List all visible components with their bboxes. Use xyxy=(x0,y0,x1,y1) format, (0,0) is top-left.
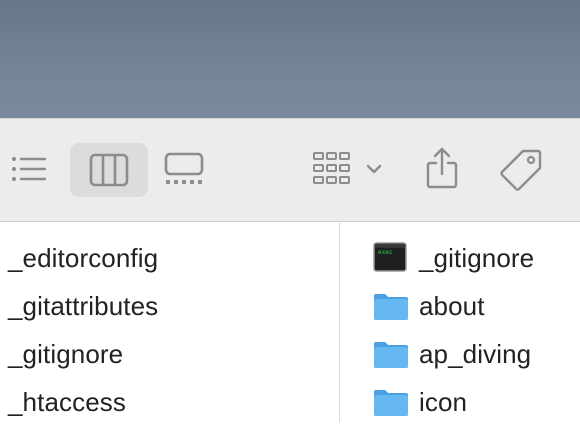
file-name: _editorconfig xyxy=(8,242,159,273)
folder-row[interactable]: ap_diving xyxy=(340,330,580,378)
folder-name: ap_diving xyxy=(419,338,532,369)
columns-icon xyxy=(89,153,129,187)
browser-column-left: _editorconfig _gitattributes _gitignore … xyxy=(0,222,340,422)
group-button[interactable] xyxy=(310,149,388,189)
file-row[interactable]: _htaccess xyxy=(0,378,339,426)
gallery-view-button[interactable] xyxy=(162,149,206,189)
file-row[interactable]: _gitignore xyxy=(0,330,339,378)
finder-toolbar xyxy=(0,118,580,222)
file-row[interactable]: _gitattributes xyxy=(0,282,339,330)
folder-icon xyxy=(373,338,409,370)
folder-icon xyxy=(373,386,409,418)
chevron-down-icon xyxy=(366,164,382,174)
column-browser: _editorconfig _gitattributes _gitignore … xyxy=(0,222,580,422)
browser-column-right: exec _gitignore about ap_diving icon xyxy=(340,222,580,422)
tag-icon xyxy=(500,149,542,191)
column-view-button[interactable] xyxy=(70,143,148,197)
file-name: _htaccess xyxy=(8,386,126,417)
terminal-badge: exec xyxy=(378,249,393,256)
folder-icon xyxy=(373,290,409,322)
folder-name: icon xyxy=(419,386,468,417)
terminal-file-icon: exec xyxy=(373,242,409,274)
tags-button[interactable] xyxy=(498,147,544,191)
file-name: _gitignore xyxy=(419,242,535,273)
list-view-button[interactable] xyxy=(8,149,48,189)
share-icon xyxy=(426,147,458,189)
list-icon xyxy=(12,157,47,181)
folder-row[interactable]: icon xyxy=(340,378,580,426)
file-name: _gitignore xyxy=(8,338,124,369)
folder-row[interactable]: about xyxy=(340,282,580,330)
file-row[interactable]: exec _gitignore xyxy=(340,234,580,282)
share-button[interactable] xyxy=(422,145,462,191)
file-row[interactable]: _editorconfig xyxy=(0,234,339,282)
grid-icon xyxy=(313,152,350,184)
gallery-icon xyxy=(164,152,204,184)
desktop-background xyxy=(0,0,580,118)
file-name: _gitattributes xyxy=(8,290,159,321)
folder-name: about xyxy=(419,290,485,321)
